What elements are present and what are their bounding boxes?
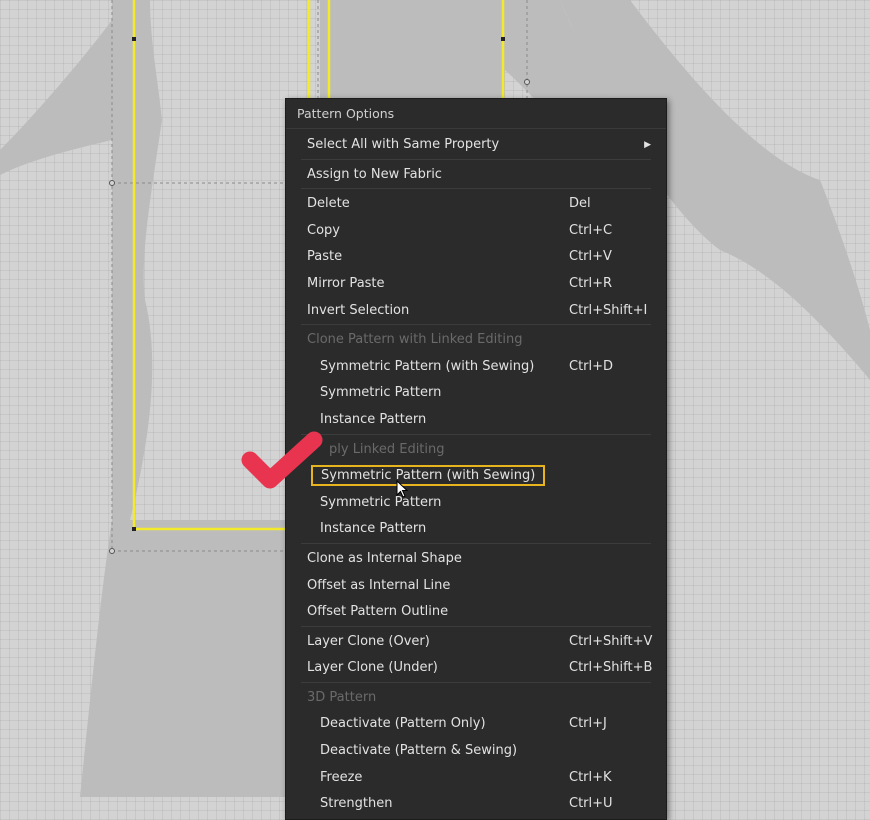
menu-item-shortcut: Ctrl+U — [569, 796, 613, 812]
checkmark-icon — [241, 431, 323, 489]
menu-separator — [301, 158, 651, 160]
menu-item-label: Deactivate (Pattern & Sewing) — [320, 743, 518, 759]
menu-item-copy[interactable]: Copy Ctrl+C — [286, 218, 666, 245]
menu-item-clone-symmetric[interactable]: Symmetric Pattern — [286, 380, 666, 407]
menu-item-label: Instance Pattern — [320, 411, 427, 427]
menu-separator — [301, 681, 651, 683]
menu-item-strengthen[interactable]: Strengthen Ctrl+U — [286, 791, 666, 818]
menu-item-clone-instance[interactable]: Instance Pattern — [286, 407, 666, 434]
menu-item-apply-symmetric[interactable]: Symmetric Pattern — [286, 490, 666, 517]
menu-item-shortcut: Ctrl+D — [569, 358, 614, 374]
menu-item-shortcut: Ctrl+J — [569, 716, 607, 732]
menu-item-label: Invert Selection — [307, 302, 410, 318]
menu-separator — [301, 324, 651, 326]
menu-separator — [301, 433, 651, 435]
menu-item-deactivate-pattern-only[interactable]: Deactivate (Pattern Only) Ctrl+J — [286, 711, 666, 738]
menu-separator — [301, 625, 651, 627]
menu-item-shortcut: Ctrl+V — [569, 249, 612, 265]
menu-item-shortcut: Ctrl+Shift+B — [569, 660, 653, 676]
menu-item-label: Layer Clone (Under) — [307, 660, 438, 676]
submenu-arrow-icon: ▶ — [644, 140, 651, 150]
menu-item-label: Assign to New Fabric — [307, 166, 442, 182]
menu-section-clone-linked-editing: Clone Pattern with Linked Editing — [286, 327, 666, 354]
menu-item-shortcut: Ctrl+C — [569, 222, 613, 238]
menu-item-label: Symmetric Pattern — [320, 385, 442, 401]
menu-item-label: Layer Clone (Over) — [307, 633, 430, 649]
menu-item-label-highlighted: Symmetric Pattern (with Sewing) — [311, 465, 546, 487]
menu-item-offset-pattern-outline[interactable]: Offset Pattern Outline — [286, 599, 666, 626]
menu-section-label: Clone Pattern with Linked Editing — [307, 332, 523, 348]
menu-item-layer-clone-under[interactable]: Layer Clone (Under) Ctrl+Shift+B — [286, 655, 666, 682]
menu-item-assign-new-fabric[interactable]: Assign to New Fabric — [286, 162, 666, 189]
menu-item-mirror-paste[interactable]: Mirror Paste Ctrl+R — [286, 271, 666, 298]
menu-item-label: Offset as Internal Line — [307, 577, 451, 593]
menu-item-shortcut: Del — [569, 196, 591, 212]
menu-title: Pattern Options — [286, 99, 666, 129]
menu-item-clone-internal-shape[interactable]: Clone as Internal Shape — [286, 546, 666, 573]
menu-item-label: Symmetric Pattern (with Sewing) — [320, 358, 535, 374]
menu-item-clone-symmetric-with-sewing[interactable]: Symmetric Pattern (with Sewing) Ctrl+D — [286, 354, 666, 381]
menu-item-shortcut: Ctrl+R — [569, 275, 613, 291]
menu-item-delete[interactable]: Delete Del — [286, 191, 666, 218]
menu-item-label: Clone as Internal Shape — [307, 550, 462, 566]
menu-item-label: Strengthen — [320, 796, 393, 812]
menu-section-apply-linked-editing: ply Linked Editing — [286, 437, 666, 464]
menu-item-offset-internal-line[interactable]: Offset as Internal Line — [286, 573, 666, 600]
menu-item-apply-instance[interactable]: Instance Pattern — [286, 516, 666, 543]
mouse-cursor-icon — [396, 480, 409, 498]
menu-item-label: Instance Pattern — [320, 521, 427, 537]
menu-item-label: Delete — [307, 196, 350, 212]
menu-section-label: 3D Pattern — [307, 689, 377, 705]
menu-item-shortcut: Ctrl+Shift+I — [569, 302, 648, 318]
menu-item-label: Paste — [307, 249, 343, 265]
menu-item-label: Deactivate (Pattern Only) — [320, 716, 486, 732]
menu-section-3d-pattern: 3D Pattern — [286, 685, 666, 712]
menu-item-apply-symmetric-with-sewing[interactable]: Symmetric Pattern (with Sewing) — [286, 463, 666, 490]
menu-item-freeze[interactable]: Freeze Ctrl+K — [286, 765, 666, 792]
pattern-options-context-menu: Pattern Options Select All with Same Pro… — [285, 98, 667, 820]
menu-item-label: Offset Pattern Outline — [307, 604, 449, 620]
menu-item-label: Select All with Same Property — [307, 137, 500, 152]
menu-item-select-all-same-property[interactable]: Select All with Same Property ▶ — [286, 132, 666, 159]
menu-item-label: Copy — [307, 222, 340, 238]
menu-section-label: ply Linked Editing — [329, 441, 445, 457]
menu-item-paste[interactable]: Paste Ctrl+V — [286, 244, 666, 271]
menu-item-shortcut: Ctrl+Shift+V — [569, 633, 653, 649]
menu-item-label: Freeze — [320, 769, 363, 785]
menu-item-shortcut: Ctrl+K — [569, 769, 612, 785]
menu-item-deactivate-pattern-sewing[interactable]: Deactivate (Pattern & Sewing) — [286, 738, 666, 765]
menu-separator — [301, 542, 651, 544]
menu-item-layer-clone-over[interactable]: Layer Clone (Over) Ctrl+Shift+V — [286, 629, 666, 656]
menu-item-label: Mirror Paste — [307, 275, 385, 291]
menu-item-invert-selection[interactable]: Invert Selection Ctrl+Shift+I — [286, 298, 666, 325]
menu-separator — [301, 188, 651, 190]
menu-item-label: Symmetric Pattern — [320, 494, 442, 510]
